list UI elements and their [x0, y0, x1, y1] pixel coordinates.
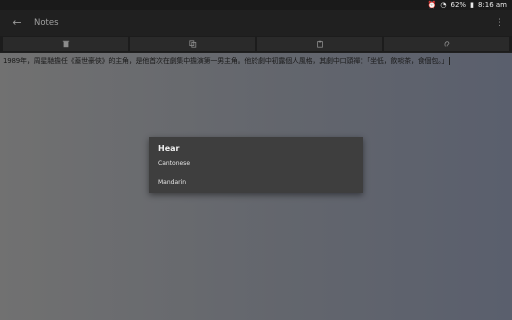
- note-text-line[interactable]: 1989年，周星馳擔任《蓋世豪俠》的主角，是他首次在劇集中擔演第一男主角。他於劇…: [3, 56, 503, 66]
- overflow-menu-button[interactable]: ⋮: [495, 10, 504, 35]
- app-bar: ← Notes ⋮: [0, 10, 512, 35]
- page-title: Notes: [34, 17, 59, 28]
- hear-dialog: Hear Cantonese Mandarin: [149, 137, 363, 193]
- back-button[interactable]: ←: [0, 10, 34, 35]
- dialog-title: Hear: [158, 144, 180, 153]
- hear-icon: [444, 41, 449, 47]
- alarm-icon: ⏰: [427, 1, 437, 9]
- paste-button[interactable]: [257, 37, 382, 51]
- option-cantonese[interactable]: Cantonese: [158, 160, 190, 167]
- copy-icon: [188, 40, 196, 48]
- battery-percent: 62%: [450, 1, 467, 9]
- note-text: 1989年，周星馳擔任《蓋世豪俠》的主角，是他首次在劇集中擔演第一男主角。他於劇…: [3, 57, 449, 65]
- hear-button[interactable]: [384, 37, 509, 51]
- delete-icon: [62, 40, 69, 48]
- status-bar: ⏰ ◔ 62% ▮ 8:16 am: [0, 0, 512, 10]
- delete-button[interactable]: [3, 37, 128, 51]
- text-cursor: [449, 57, 451, 65]
- battery-icon: ▮: [470, 1, 474, 9]
- paste-icon: [316, 40, 323, 48]
- status-time: 8:16 am: [477, 1, 507, 9]
- toolbar: [0, 36, 512, 52]
- wifi-icon: ◔: [440, 1, 447, 9]
- more-vert-icon: ⋮: [495, 17, 504, 28]
- arrow-left-icon: ←: [12, 16, 22, 29]
- option-mandarin[interactable]: Mandarin: [158, 179, 186, 186]
- copy-button[interactable]: [130, 37, 255, 51]
